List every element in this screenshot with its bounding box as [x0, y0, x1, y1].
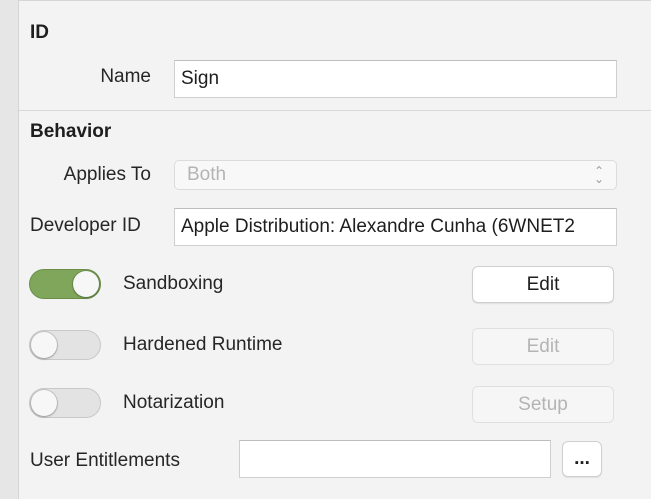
toggle-knob [31, 332, 57, 358]
sandboxing-label: Sandboxing [123, 273, 224, 294]
user-entitlements-field[interactable] [239, 440, 551, 478]
top-divider [19, 0, 651, 1]
toggle-knob [73, 271, 99, 297]
up-down-chevron-icon: ⌃ ⌄ [593, 164, 604, 186]
user-entitlements-label: User Entitlements [30, 450, 180, 471]
hardened-runtime-toggle[interactable] [29, 330, 101, 360]
user-entitlements-more-button[interactable]: ... [562, 441, 602, 477]
notarization-setup-button[interactable]: Setup [472, 386, 614, 423]
applies-to-value: Both [187, 164, 227, 185]
behavior-section-title: Behavior [30, 121, 112, 142]
notarization-toggle[interactable] [29, 388, 101, 418]
notarization-label: Notarization [123, 392, 225, 413]
name-label: Name [100, 66, 151, 87]
section-divider [19, 110, 651, 111]
sandboxing-edit-button[interactable]: Edit [472, 266, 614, 303]
name-field[interactable]: Sign [174, 60, 617, 98]
sandboxing-toggle[interactable] [29, 269, 101, 299]
inspector-panel: ID Name Sign Behavior Applies To Both ⌃ ⌄… [19, 0, 651, 499]
id-section-title: ID [30, 22, 49, 43]
toggle-knob [31, 390, 57, 416]
developer-id-label: Developer ID [30, 215, 141, 236]
hardened-runtime-label: Hardened Runtime [123, 334, 283, 355]
developer-id-field[interactable]: Apple Distribution: Alexandre Cunha (6WN… [174, 208, 617, 246]
hardened-runtime-edit-button[interactable]: Edit [472, 328, 614, 365]
applies-to-label: Applies To [63, 164, 151, 185]
applies-to-popup[interactable]: Both ⌃ ⌄ [174, 160, 617, 190]
left-sidebar-edge [0, 0, 19, 499]
